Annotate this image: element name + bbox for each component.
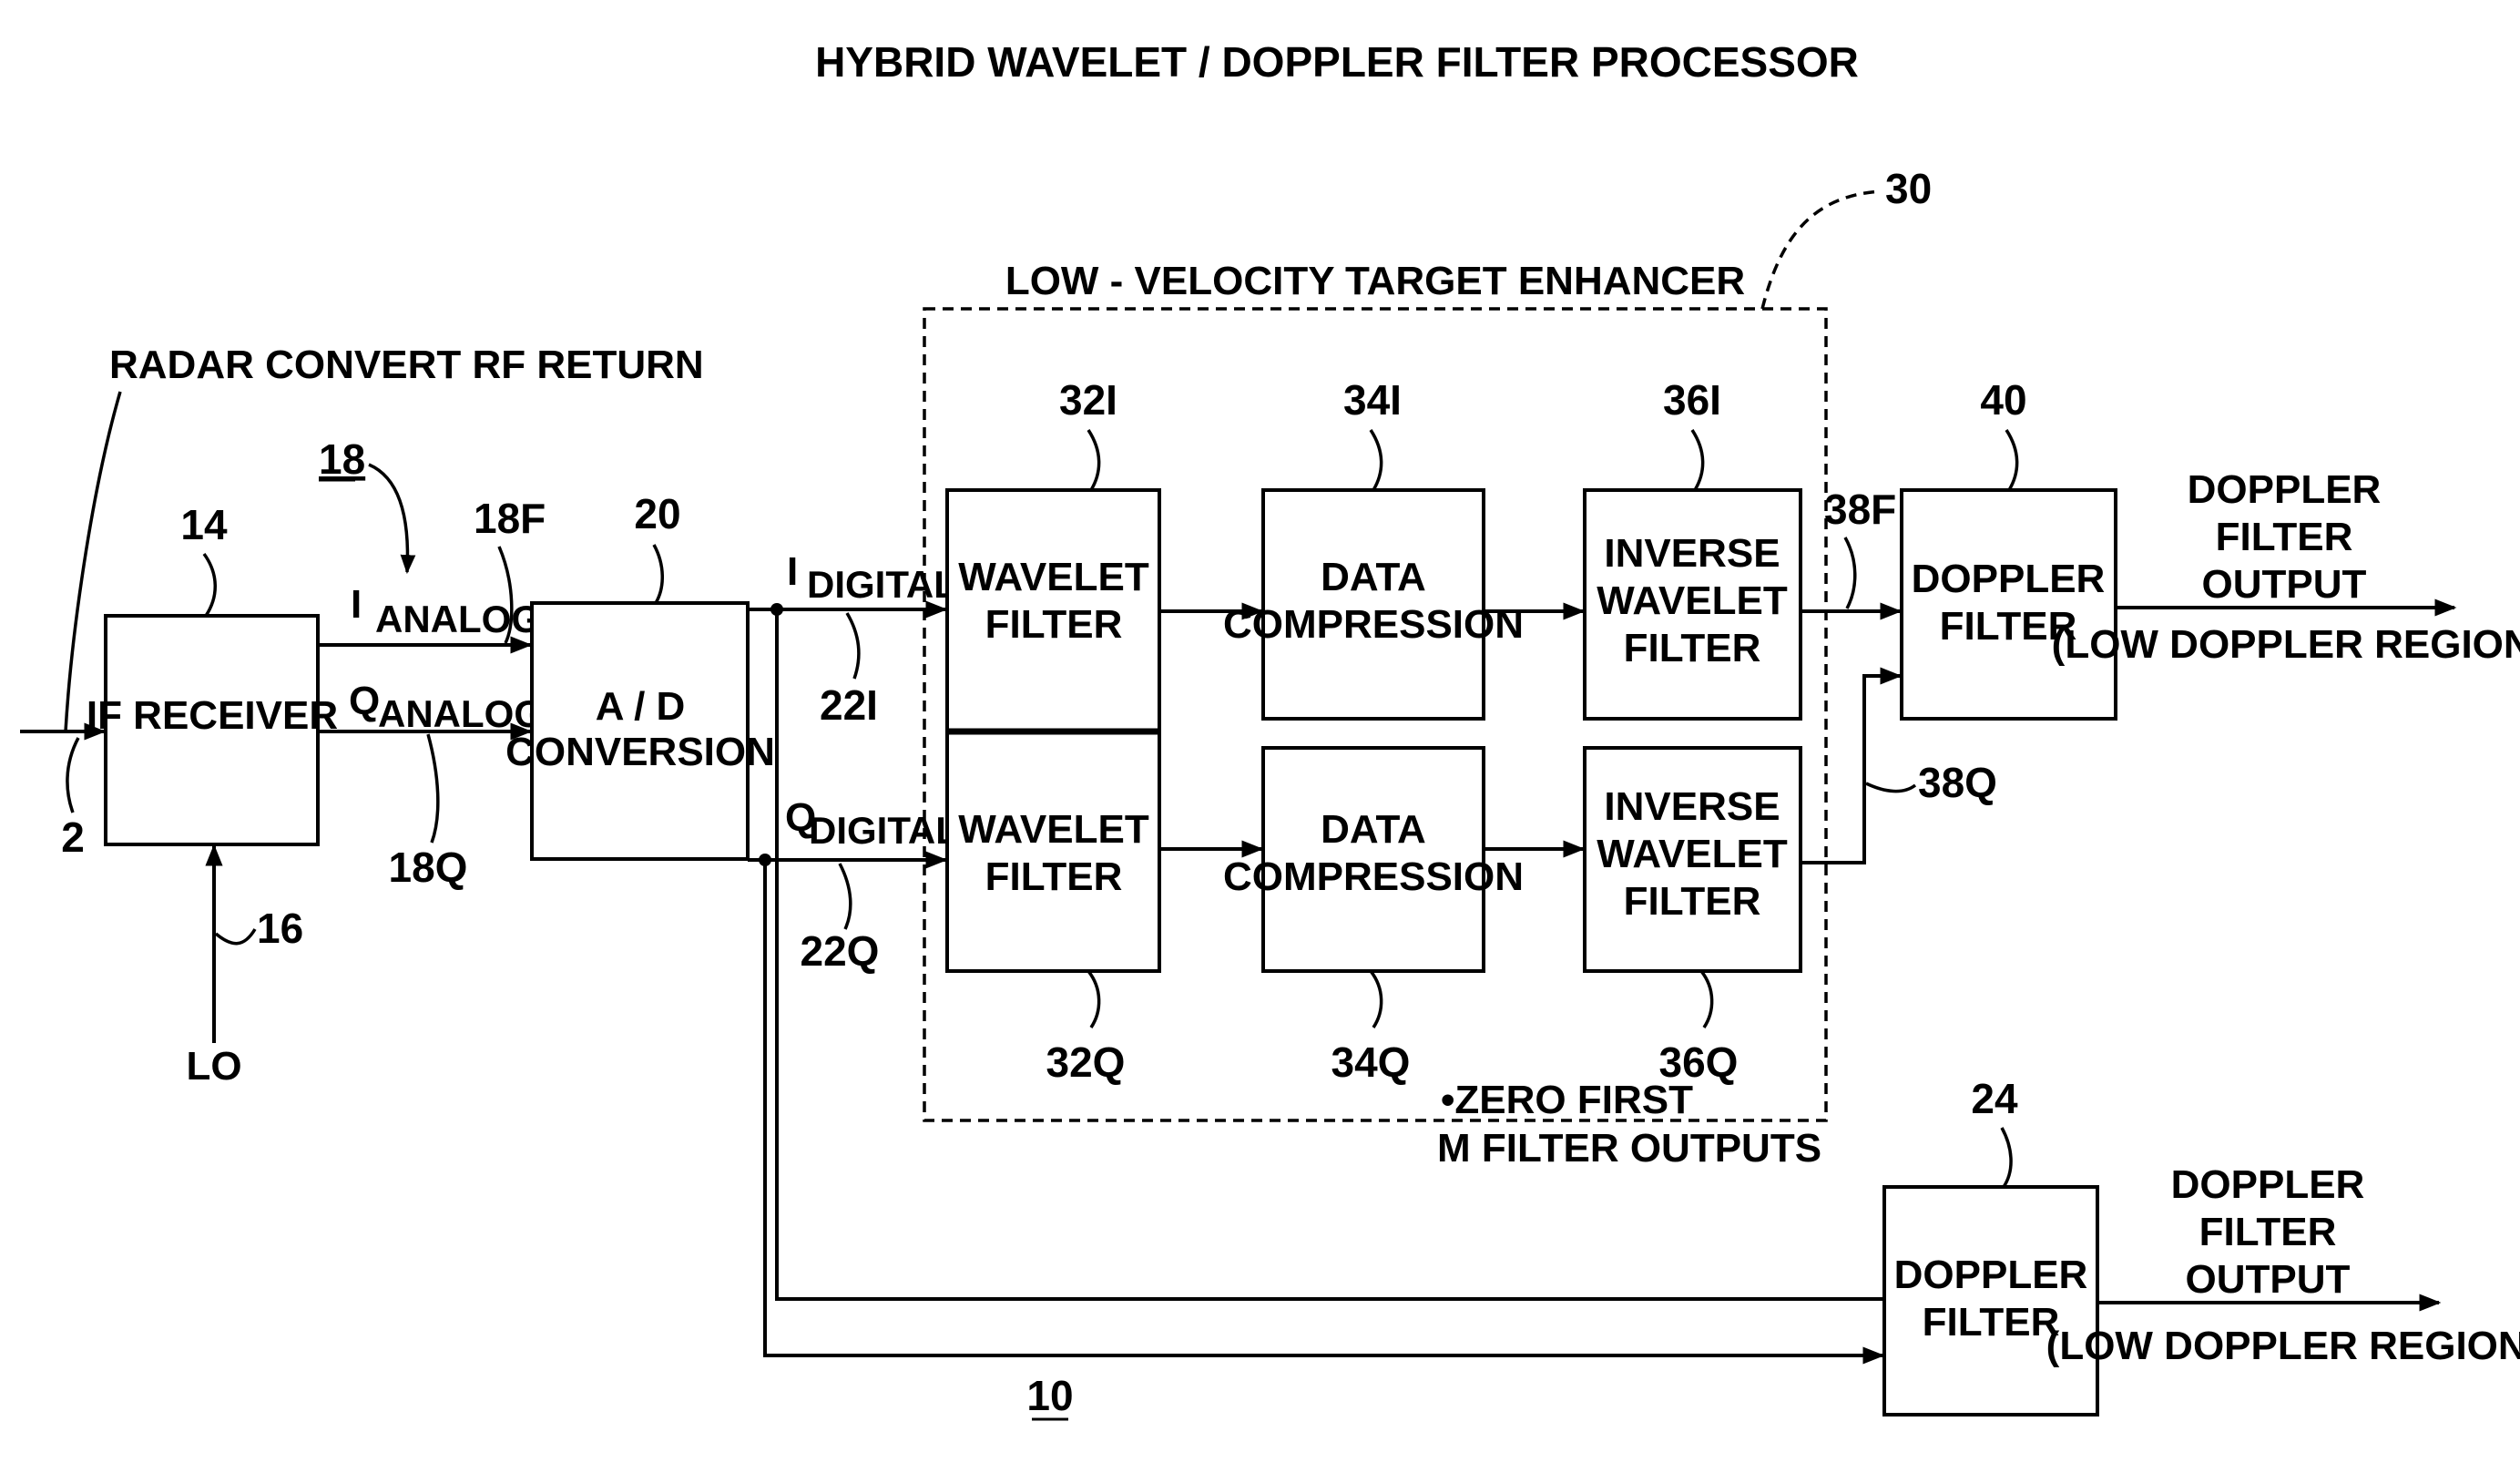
ref-2: 2	[61, 813, 85, 861]
wavelet-q-line2: FILTER	[985, 854, 1123, 899]
lo-label: LO	[186, 1044, 241, 1089]
ref-22i-leader	[845, 612, 861, 680]
q-analog-label: ANALOG	[378, 692, 544, 735]
inverse-i-line2: WAVELET	[1597, 578, 1788, 623]
doppler-40-output-line2: FILTER	[2216, 515, 2353, 559]
ref-30-leader	[1760, 189, 1882, 310]
ref-32q-leader	[1087, 969, 1101, 1028]
doppler-40-output-region: (LOW DOPPLER REGION)	[2052, 622, 2520, 667]
ref-18q: 18Q	[389, 844, 468, 891]
ref-18f: 18F	[474, 495, 546, 542]
block-diagram: HYBRID WAVELET / DOPPLER FILTER PROCESSO…	[20, 38, 2520, 1421]
ref-16-leader	[214, 928, 257, 946]
i-digital-label: DIGITAL	[807, 563, 957, 606]
if-receiver-label: IF RECEIVER	[87, 693, 338, 738]
ref-10: 10	[1026, 1372, 1073, 1419]
ref-32i-leader	[1087, 429, 1101, 491]
diagram-title: HYBRID WAVELET / DOPPLER FILTER PROCESSO…	[815, 38, 1859, 86]
ref-32i: 32I	[1059, 376, 1117, 424]
ref-32q: 32Q	[1046, 1038, 1126, 1086]
inverse-i-line1: INVERSE	[1604, 531, 1780, 576]
doppler-40-output-line1: DOPPLER	[2188, 467, 2382, 512]
ref-34i: 34I	[1343, 376, 1402, 424]
i-analog-prefix: I	[351, 582, 362, 627]
doppler-24-output-line3: OUTPUT	[2186, 1257, 2351, 1302]
doppler-24-output-region: (LOW DOPPLER REGION)	[2046, 1324, 2520, 1368]
doppler-40-output-line3: OUTPUT	[2202, 562, 2367, 607]
ref-36i: 36I	[1663, 376, 1721, 424]
i-digital-prefix: I	[787, 549, 798, 594]
compression-i-line2: COMPRESSION	[1223, 602, 1524, 647]
input-label: RADAR CONVERT RF RETURN	[109, 343, 704, 387]
doppler-24-output-line2: FILTER	[2199, 1210, 2337, 1254]
ref-36q-leader	[1699, 969, 1714, 1028]
ref-38q-leader	[1865, 782, 1917, 793]
inverse-q-output	[1801, 667, 1903, 864]
q-digital-label: DIGITAL	[809, 809, 959, 852]
ref-16: 16	[257, 905, 303, 952]
compression-i-line1: DATA	[1321, 555, 1426, 599]
doppler-24-line2: FILTER	[1923, 1300, 2060, 1345]
zero-first-note: •ZERO FIRST	[1441, 1078, 1693, 1122]
inverse-q-line3: FILTER	[1624, 879, 1761, 924]
ref-24-leader	[2000, 1127, 2013, 1188]
compression-q-line2: COMPRESSION	[1223, 854, 1524, 899]
wavelet-q-line1: WAVELET	[958, 807, 1149, 852]
compression-q-line1: DATA	[1321, 807, 1426, 852]
ref-18-arrow	[368, 463, 416, 575]
ref-2-leader	[66, 737, 80, 813]
doppler-24-line1: DOPPLER	[1894, 1253, 2088, 1297]
ref-20-leader	[652, 544, 664, 604]
ref-14: 14	[180, 501, 228, 548]
doppler-40-line1: DOPPLER	[1912, 557, 2106, 601]
ad-label-line1: A / D	[596, 684, 686, 729]
ref-38f: 38F	[1824, 486, 1896, 533]
wavelet-i-line2: FILTER	[985, 602, 1123, 647]
ref-22q: 22Q	[801, 927, 880, 975]
inverse-q-line2: WAVELET	[1597, 832, 1788, 876]
ref-40: 40	[1980, 376, 2026, 424]
ref-38q: 38Q	[1918, 759, 1997, 806]
ref-40-leader	[2005, 429, 2019, 491]
ref-22q-leader	[838, 863, 852, 930]
m-filter-outputs-note: M FILTER OUTPUTS	[1437, 1126, 1821, 1171]
ref-36i-leader	[1690, 429, 1705, 491]
inverse-q-line1: INVERSE	[1604, 784, 1780, 829]
ref-34i-leader	[1369, 429, 1383, 491]
ref-14-leader	[202, 552, 217, 617]
ref-18q-leader	[426, 733, 440, 844]
ref-30: 30	[1885, 165, 1932, 212]
ref-34q: 34Q	[1331, 1038, 1411, 1086]
ref-22i: 22I	[820, 681, 878, 729]
ref-38f-leader	[1843, 537, 1857, 609]
doppler-24-output-line1: DOPPLER	[2171, 1162, 2365, 1207]
ref-20: 20	[634, 490, 680, 537]
ad-label-line2: CONVERSION	[505, 730, 775, 774]
wavelet-i-line1: WAVELET	[958, 555, 1149, 599]
ref-24: 24	[1971, 1075, 2018, 1122]
ref-34q-leader	[1369, 969, 1383, 1028]
i-analog-label: ANALOG	[375, 598, 541, 640]
enhancer-label: LOW - VELOCITY TARGET ENHANCER	[1005, 259, 1745, 303]
inverse-i-line3: FILTER	[1624, 626, 1761, 670]
q-analog-prefix: Q	[349, 679, 380, 723]
ref-18: 18	[319, 435, 365, 483]
